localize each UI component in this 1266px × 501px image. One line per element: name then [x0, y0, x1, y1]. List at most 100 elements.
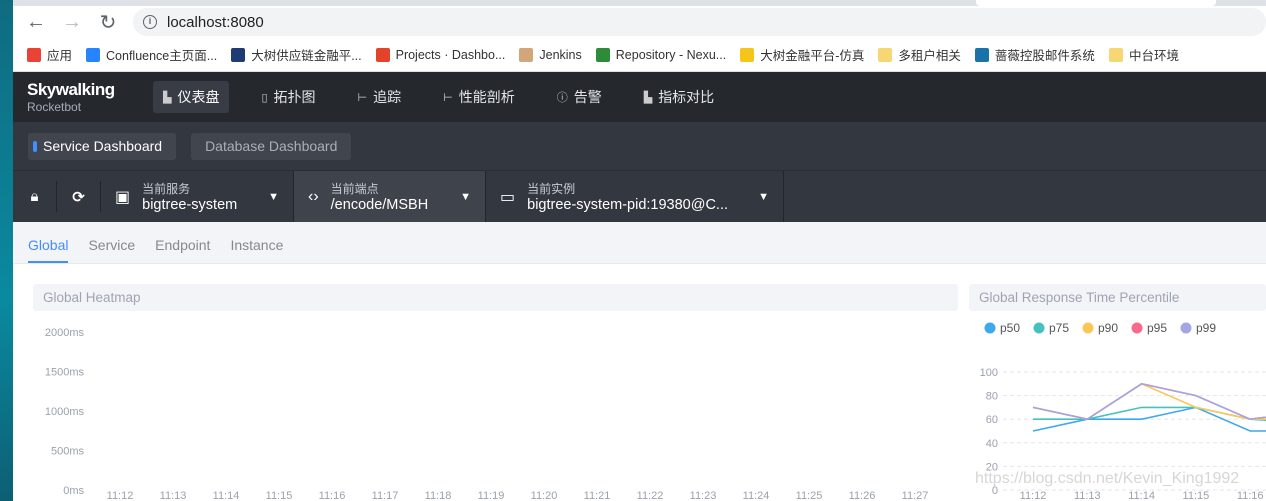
bookmark-favicon-icon — [595, 47, 610, 62]
x-tick-label: 11:17 — [372, 490, 399, 501]
bookmark-favicon-icon — [86, 47, 101, 62]
nav-label: 追踪 — [373, 89, 402, 105]
legend-marker — [1180, 322, 1192, 334]
dashboard-tab[interactable]: Database Dashboard — [191, 132, 352, 160]
forward-icon[interactable]: → — [61, 11, 83, 34]
back-icon[interactable]: ← — [25, 11, 47, 34]
nav-item-0[interactable]: ▙ 仪表盘 — [153, 81, 230, 113]
logo[interactable]: Skywalking Rocketbot — [27, 80, 153, 114]
y-tick-label: 1000ms — [45, 406, 85, 418]
bookmark-item[interactable]: 中台环境 — [1108, 45, 1179, 64]
bookmark-item[interactable]: 大树供应链金融平... — [231, 45, 362, 64]
bookmark-item[interactable]: Projects · Dashbo... — [375, 47, 506, 62]
x-tick-label: 11:13 — [1074, 490, 1101, 501]
selector-2[interactable]: ▭ 当前实例 bigtree-system-pid:19380@C... ▼ — [486, 171, 784, 222]
nav-item-3[interactable]: ⊢ 性能剖析 — [433, 81, 525, 113]
chevron-down-icon[interactable]: ▼ — [758, 191, 769, 203]
subtab[interactable]: Instance — [230, 237, 283, 263]
bookmark-item[interactable]: 蔷薇控股邮件系统 — [974, 45, 1095, 64]
bookmark-label: Repository - Nexu... — [615, 47, 727, 62]
trace-icon: ⊢ — [357, 91, 368, 104]
selector-text: 当前端点/encode/MSBH — [331, 180, 429, 213]
bookmark-favicon-icon — [231, 47, 246, 62]
x-tick-label: 11:14 — [1128, 490, 1155, 501]
subtab[interactable]: Global — [28, 237, 69, 263]
bookmark-label: Projects · Dashbo... — [395, 47, 506, 62]
bookmark-item[interactable]: Jenkins — [519, 47, 582, 62]
y-tick-label: 500ms — [51, 446, 85, 458]
compare-icon: ▙ — [643, 91, 653, 104]
x-tick-label: 11:13 — [160, 490, 187, 501]
y-tick-label: 1500ms — [45, 367, 85, 379]
x-tick-label: 11:27 — [902, 490, 929, 501]
subtab[interactable]: Endpoint — [155, 237, 210, 263]
desktop-background — [0, 0, 13, 501]
browser-tab[interactable] — [976, 0, 1216, 6]
bookmark-favicon-icon — [375, 47, 390, 62]
x-tick-label: 11:23 — [690, 490, 717, 501]
bookmark-item[interactable]: Repository - Nexu... — [595, 47, 727, 62]
chevron-down-icon[interactable]: ▼ — [268, 191, 279, 203]
series-line-p90 — [1032, 382, 1266, 421]
x-tick-label: 11:16 — [1237, 490, 1264, 501]
bookmark-item[interactable]: 大树金融平台-仿真 — [740, 45, 864, 64]
bookmark-item[interactable]: 多租户相关 — [878, 45, 961, 64]
x-tick-label: 11:18 — [425, 490, 452, 501]
info-icon[interactable]: i — [143, 15, 157, 29]
top-nav: Skywalking Rocketbot ▙ 仪表盘 ▯ 拓扑图 ⊢ 追踪 ⊢ 性能剖析 ⓘ 告警 ▙… — [13, 72, 1266, 122]
selector-label: 当前端点 — [330, 182, 379, 196]
apps-grid-icon — [27, 47, 41, 62]
legend-label: p50 — [1000, 321, 1020, 335]
dashboard-tab[interactable]: Service Dashboard — [28, 132, 177, 160]
url-text: localhost:8080 — [167, 13, 264, 31]
percentile-line-chart: p50 p75 p90 p95 p9902040608010011:12 11:13 11:… — [975, 321, 1266, 501]
bookmark-favicon-icon — [974, 47, 989, 62]
nav-item-2[interactable]: ⊢ 追踪 — [348, 81, 412, 113]
nav-label: 性能剖析 — [458, 89, 515, 105]
legend-item[interactable]: p50 — [984, 321, 1021, 335]
dashboard-tabs: Service Dashboard Database Dashboard — [13, 122, 1266, 170]
nav-item-5[interactable]: ▙ 指标对比 — [634, 81, 724, 113]
legend-item[interactable]: p95 — [1131, 321, 1168, 335]
topology-icon: ▯ — [261, 91, 268, 104]
subtab[interactable]: Service — [88, 237, 135, 263]
selector-bar: 🔒︎ ⟳ ▣ 当前服务 bigtree-system ▼ ‹› 当前端点/encode/M… — [13, 170, 1266, 222]
selector-value: /encode/MSBH — [330, 197, 429, 213]
refresh-icon[interactable]: ⟳ — [57, 181, 101, 212]
bookmark-label: 多租户相关 — [898, 49, 961, 63]
nav-label: 拓扑图 — [273, 89, 316, 105]
legend-item[interactable]: p99 — [1180, 321, 1217, 335]
x-tick-label: 11:15 — [266, 490, 293, 501]
selector-0[interactable]: ▣ 当前服务 bigtree-system ▼ — [101, 171, 294, 222]
bookmarks-bar: 应用 Confluence主页面... 大树供应链金融平... Projects · … — [13, 38, 1266, 72]
bookmark-item[interactable]: Confluence主页面... — [86, 45, 217, 64]
alarm-icon: ⓘ — [556, 92, 568, 104]
bookmark-label: 中台环境 — [1128, 49, 1179, 63]
bookmark-label: 大树金融平台-仿真 — [760, 49, 865, 63]
legend-label: p99 — [1196, 321, 1216, 335]
nav-item-4[interactable]: ⓘ 告警 — [547, 81, 612, 113]
watermark-text: https://blog.csdn.net/Kevin_King1992 — [975, 470, 1239, 487]
legend-marker — [984, 322, 996, 334]
bookmark-label: 大树供应链金融平... — [251, 49, 362, 63]
x-tick-label: 11:16 — [319, 490, 346, 501]
x-tick-label: 11:22 — [637, 490, 664, 501]
sub-tabs: Global Service Endpoint Instance — [13, 222, 1266, 264]
bookmark-label: Confluence主页面... — [106, 49, 218, 63]
nav-item-1[interactable]: ▯ 拓扑图 — [251, 81, 325, 113]
selector-1[interactable]: ‹› 当前端点/encode/MSBH ▼ — [294, 171, 486, 222]
y-tick-label: 80 — [986, 391, 998, 403]
legend-item[interactable]: p90 — [1082, 321, 1119, 335]
bookmark-item[interactable]: 应用 — [27, 45, 72, 64]
reload-icon[interactable]: ↻ — [97, 10, 119, 35]
chart-icon: ▙ — [163, 91, 172, 104]
address-bar-row: ← → ↻ i localhost:8080 — [13, 6, 1266, 38]
panel-title: Global Heatmap — [33, 284, 958, 311]
legend-label: p75 — [1049, 321, 1069, 335]
profile-icon: ⊢ — [443, 91, 453, 104]
lock-icon[interactable]: 🔒︎ — [13, 181, 57, 212]
chevron-down-icon[interactable]: ▼ — [460, 191, 471, 203]
legend-item[interactable]: p75 — [1033, 321, 1070, 335]
nav-label: 仪表盘 — [177, 89, 220, 105]
url-input[interactable]: i localhost:8080 — [133, 8, 1266, 36]
